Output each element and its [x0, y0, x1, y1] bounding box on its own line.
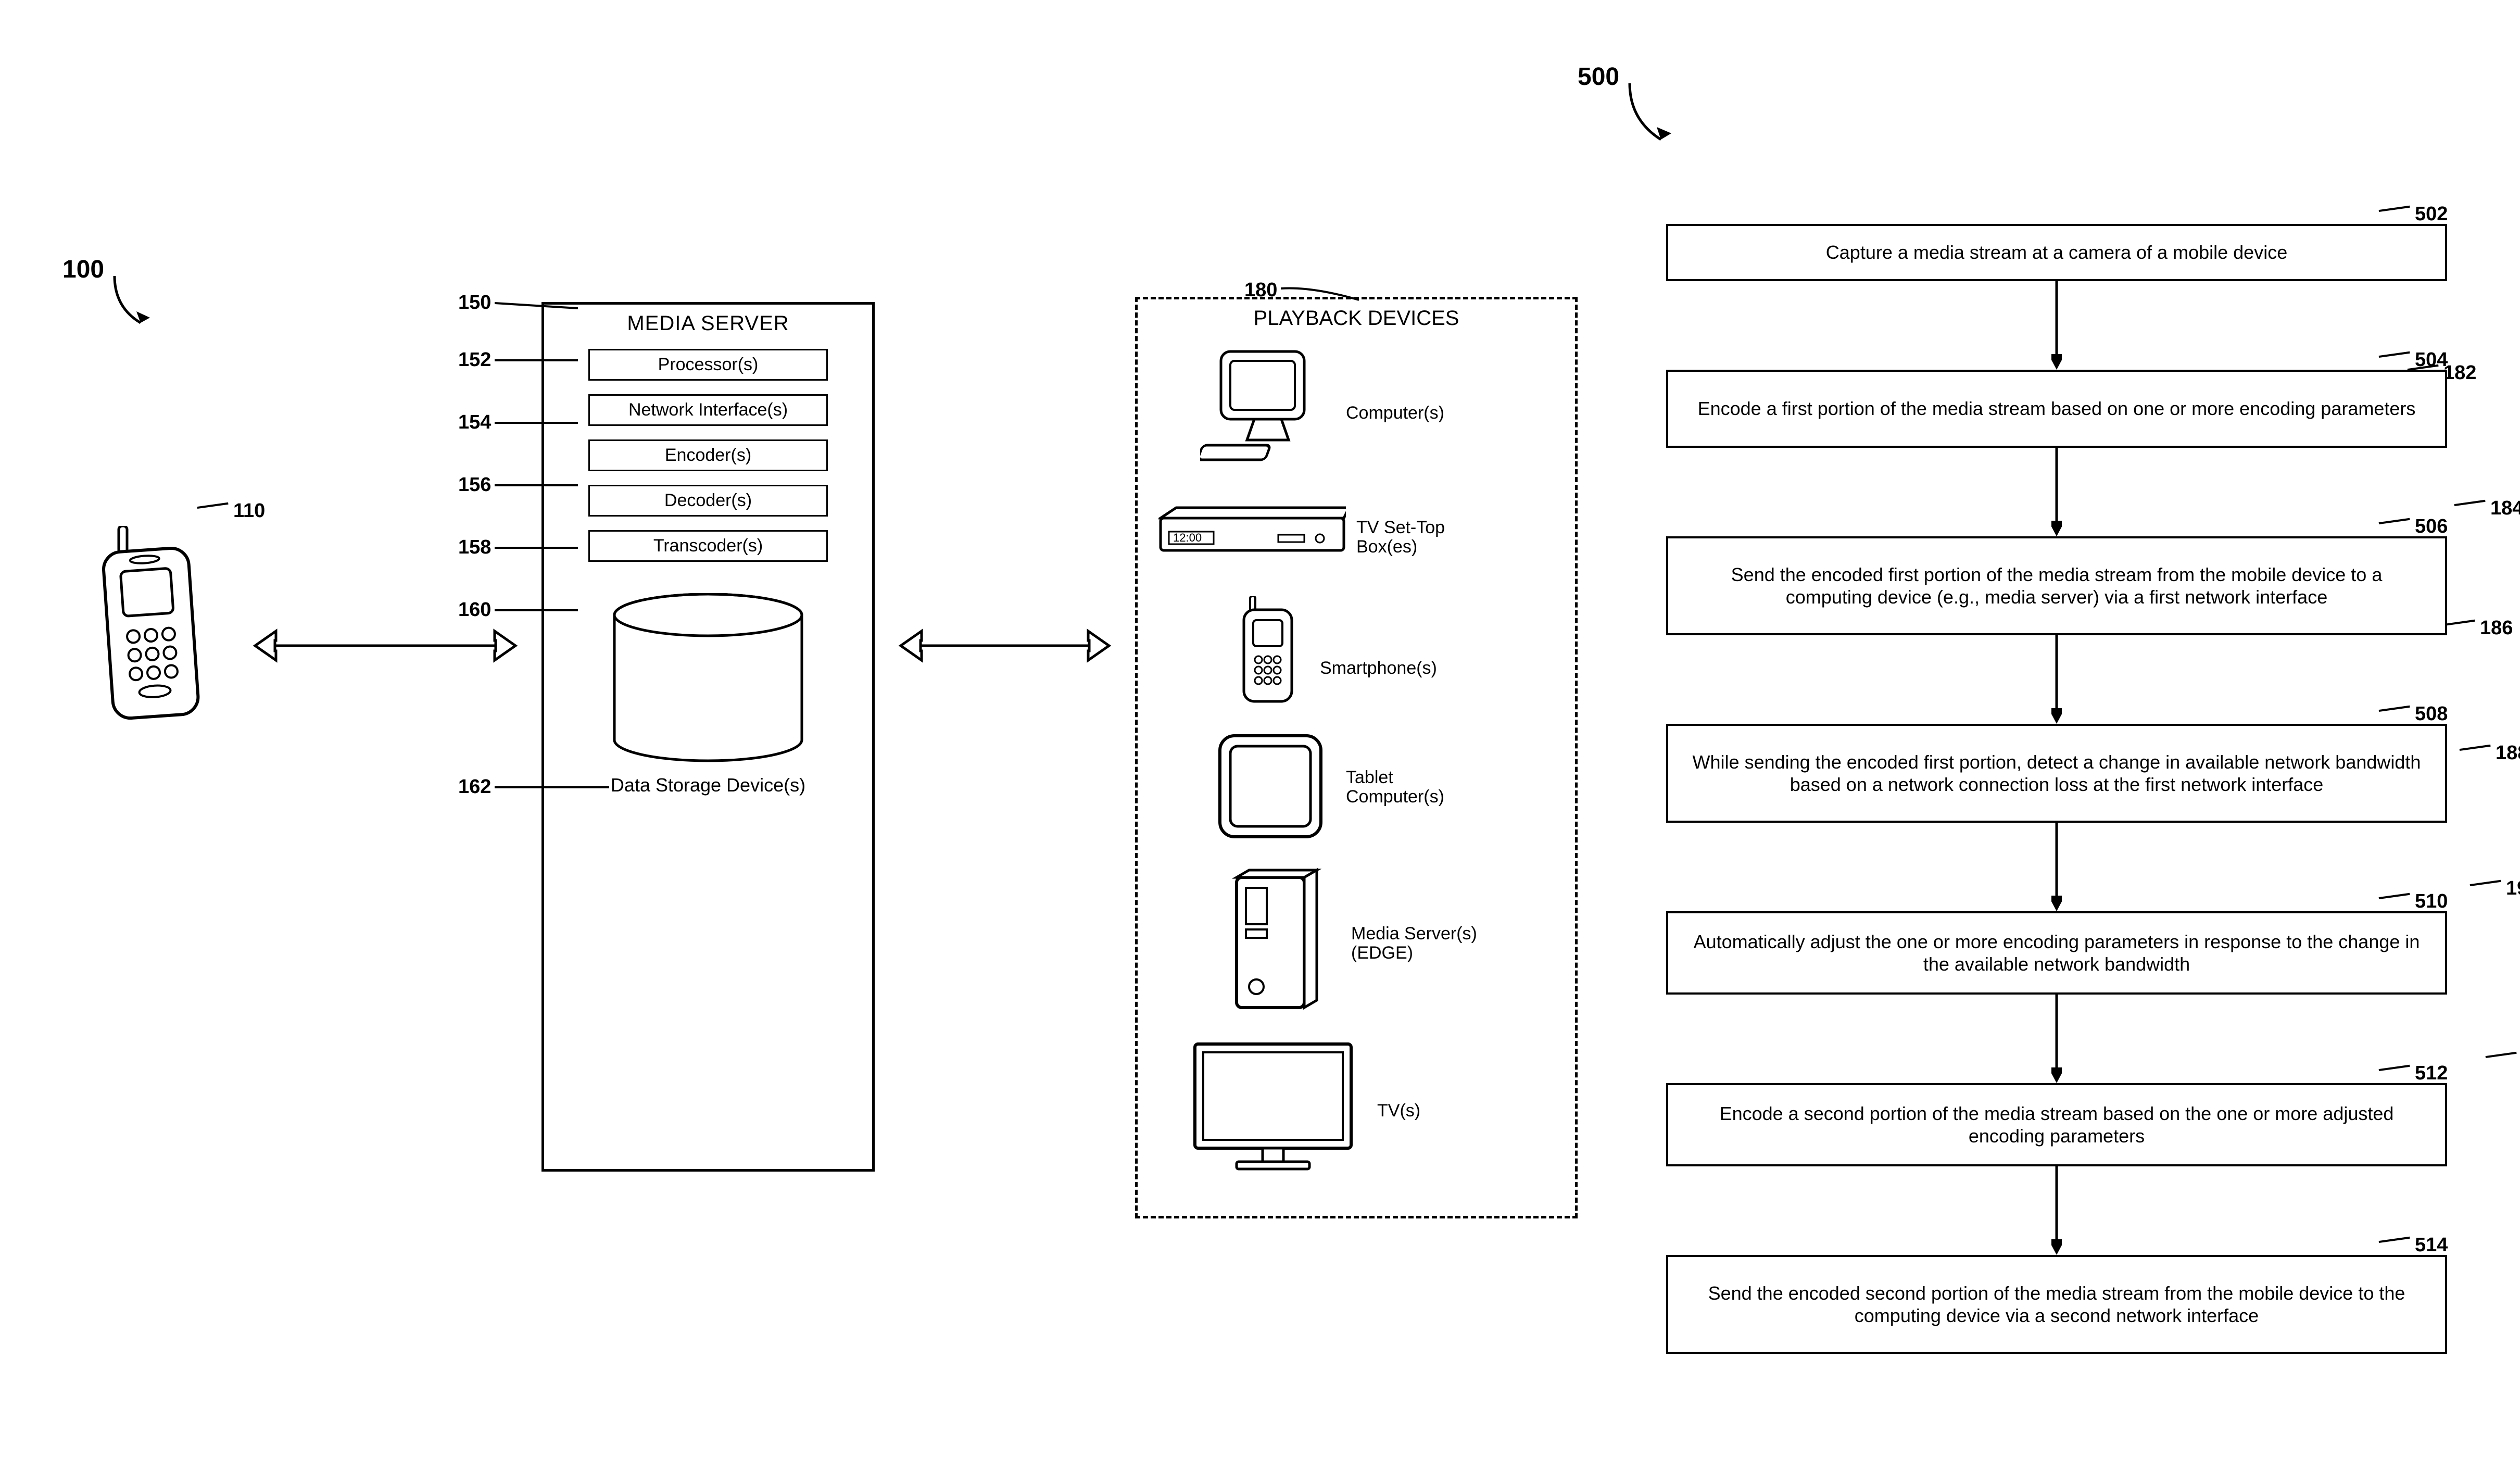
figure-100: 100 110	[52, 281, 1614, 1271]
ref-num: 160	[458, 599, 491, 621]
bidirectional-arrow-icon	[880, 625, 1130, 667]
tablet-icon: TabletComputer(s)	[1216, 732, 1325, 841]
step-text: Capture a media stream at a camera of a …	[1826, 241, 2287, 263]
computer-caption: Computer(s)	[1346, 404, 1444, 423]
curved-arrow-icon	[109, 271, 177, 338]
figure-100-ref-number: 100	[62, 256, 104, 283]
mobile-phone-icon	[99, 526, 203, 724]
step-text: Send the encoded second portion of the m…	[1687, 1282, 2426, 1327]
ref-192: 192	[2486, 1049, 2520, 1072]
smartphone-caption: Smartphone(s)	[1320, 659, 1437, 678]
step-text: Encode a first portion of the media stre…	[1698, 397, 2416, 420]
down-arrow-icon	[2051, 1166, 2062, 1255]
ref-512: 512	[2379, 1062, 2448, 1085]
ref-num: 162	[458, 776, 491, 798]
ref-num: 514	[2415, 1234, 2448, 1256]
ref-num: 184	[2490, 497, 2520, 519]
down-arrow-icon	[2051, 448, 2062, 536]
ref-num: 504	[2415, 349, 2448, 371]
media-server-box: MEDIA SERVER Processor(s) Network Interf…	[541, 302, 875, 1172]
ref-num: 180	[1244, 279, 1277, 301]
ref-508: 508	[2379, 703, 2448, 725]
figure-500-ref: 500	[1578, 62, 1619, 91]
curved-arrow-icon	[1624, 78, 1703, 156]
ref-num: 186	[2480, 617, 2513, 639]
down-arrow-icon	[2051, 281, 2062, 370]
step-text: While sending the encoded first portion,…	[1687, 751, 2426, 796]
figure-100-ref: 100	[62, 255, 104, 284]
ref-num: 512	[2415, 1062, 2448, 1084]
component-transcoders: Transcoder(s)	[588, 530, 828, 562]
component-processors: Processor(s)	[588, 349, 828, 381]
ref-num: 510	[2415, 890, 2448, 912]
playback-devices-box: PLAYBACK DEVICES Computer(s) 182 12:00 T	[1135, 297, 1578, 1218]
figure-500: 500 Capture a media stream at a camera o…	[1640, 68, 2473, 1422]
tv-caption: TV(s)	[1377, 1101, 1420, 1121]
tablet-caption: TabletComputer(s)	[1346, 768, 1476, 807]
bidirectional-arrow-icon	[234, 625, 536, 667]
ref-num: 158	[458, 536, 491, 558]
ref-510: 510	[2379, 890, 2448, 913]
ref-num: 502	[2415, 203, 2448, 225]
ref-num: 188	[2496, 742, 2520, 764]
server-icon: Media Server(s)(EDGE)	[1216, 867, 1330, 1018]
ref-num: 154	[458, 411, 491, 433]
step-text: Encode a second portion of the media str…	[1687, 1102, 2426, 1147]
ref-162: 162	[458, 776, 491, 798]
ref-158: 158	[458, 536, 491, 559]
media-server-ref: 150	[458, 292, 491, 314]
smartphone-icon: Smartphone(s)	[1237, 596, 1299, 706]
storage-cylinder-icon	[609, 593, 807, 765]
step-512: Encode a second portion of the media str…	[1666, 1083, 2447, 1166]
ref-506: 506	[2379, 516, 2448, 538]
down-arrow-icon	[2051, 995, 2062, 1083]
phone-ref: 110	[198, 500, 265, 522]
ref-156: 156	[458, 474, 491, 496]
settop-time: 12:00	[1173, 531, 1202, 544]
ref-num: 506	[2415, 516, 2448, 537]
step-text: Automatically adjust the one or more enc…	[1687, 931, 2426, 975]
settop-caption: TV Set-TopBox(es)	[1356, 518, 1471, 557]
figure-500-ref-number: 500	[1578, 63, 1619, 91]
playback-ref: 180	[1244, 279, 1277, 301]
ref-190: 190	[2471, 877, 2520, 900]
component-encoders: Encoder(s)	[588, 439, 828, 471]
ref-154: 154	[458, 411, 491, 434]
ref-num: 152	[458, 349, 491, 371]
ref-152: 152	[458, 349, 491, 371]
step-510: Automatically adjust the one or more enc…	[1666, 911, 2447, 995]
playback-title: PLAYBACK DEVICES	[1138, 307, 1575, 330]
down-arrow-icon	[2051, 635, 2062, 724]
down-arrow-icon	[2051, 823, 2062, 911]
component-decoders: Decoder(s)	[588, 485, 828, 517]
settop-icon: 12:00 TV Set-TopBox(es)	[1158, 502, 1346, 565]
computer-icon: Computer(s)	[1200, 346, 1335, 466]
ref-160: 160	[458, 599, 491, 621]
tv-icon: TV(s)	[1190, 1039, 1356, 1179]
step-text: Send the encoded first portion of the me…	[1687, 563, 2426, 608]
ref-num: 508	[2415, 703, 2448, 725]
step-514: Send the encoded second portion of the m…	[1666, 1255, 2447, 1354]
ref-num: 156	[458, 474, 491, 496]
ref-514: 514	[2379, 1234, 2448, 1256]
server-caption: Media Server(s)(EDGE)	[1351, 924, 1507, 963]
step-506: Send the encoded first portion of the me…	[1666, 536, 2447, 635]
phone-ref-number: 110	[233, 500, 265, 522]
component-network-interface: Network Interface(s)	[588, 394, 828, 426]
step-502: Capture a media stream at a camera of a …	[1666, 224, 2447, 281]
ref-num: 190	[2506, 877, 2520, 899]
ref-502: 502	[2379, 203, 2448, 225]
ref-504: 504	[2379, 349, 2448, 371]
step-508: While sending the encoded first portion,…	[1666, 724, 2447, 823]
ref-num: 150	[458, 292, 491, 313]
step-504: Encode a first portion of the media stre…	[1666, 370, 2447, 448]
media-server-title: MEDIA SERVER	[544, 312, 872, 335]
